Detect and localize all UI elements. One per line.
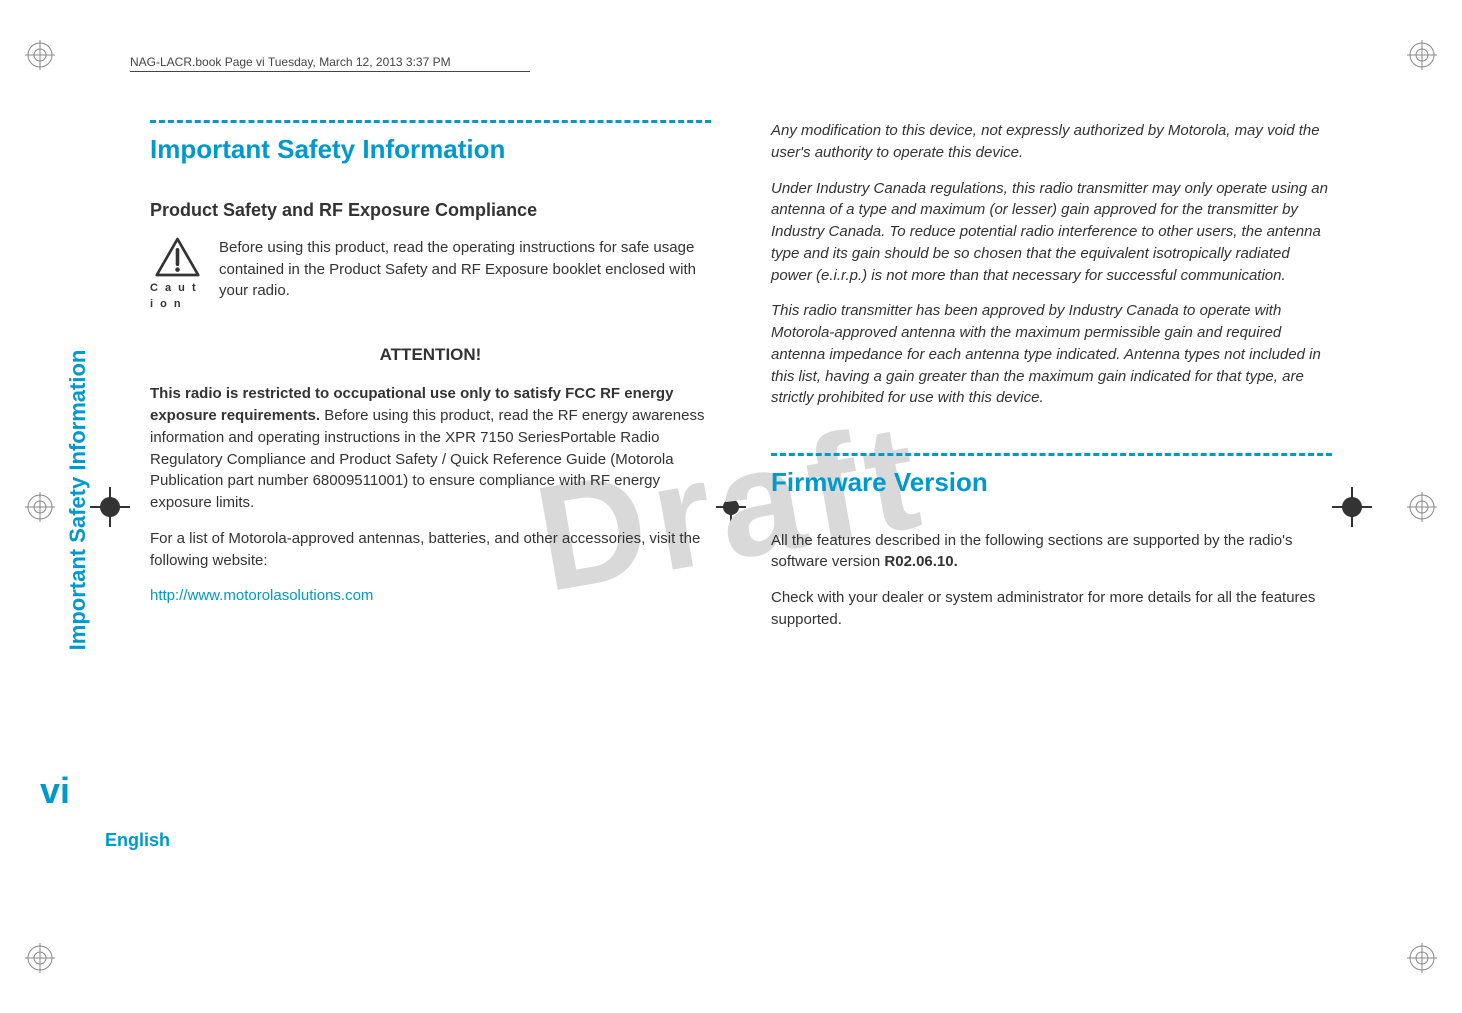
attention-heading: ATTENTION! (150, 343, 711, 368)
heading-firmware-version: Firmware Version (771, 464, 1332, 502)
accessories-paragraph: For a list of Motorola-approved antennas… (150, 528, 711, 572)
spacer (771, 423, 1332, 453)
running-head-text: NAG-LACR.book Page vi Tuesday, March 12,… (130, 55, 451, 69)
dealer-paragraph: Check with your dealer or system adminis… (771, 587, 1332, 631)
industry-canada-paragraph: Under Industry Canada regulations, this … (771, 178, 1332, 287)
registration-mark-icon (1407, 943, 1437, 973)
language-label: English (105, 830, 170, 851)
registration-mark-icon (25, 40, 55, 70)
firmware-version-value: R02.06.10. (884, 553, 957, 570)
sidebar-section-label: Important Safety Information (65, 350, 91, 651)
registration-mark-icon (1407, 492, 1437, 522)
page-number: vi (40, 770, 70, 812)
section-rule (771, 453, 1332, 456)
approval-paragraph: This radio transmitter has been approved… (771, 300, 1332, 409)
modification-paragraph: Any modification to this device, not exp… (771, 120, 1332, 164)
running-head: NAG-LACR.book Page vi Tuesday, March 12,… (130, 55, 530, 72)
registration-mark-icon (1407, 40, 1437, 70)
page-content: Important Safety Information Product Saf… (150, 120, 1332, 645)
heading-important-safety: Important Safety Information (150, 131, 711, 169)
right-column: Any modification to this device, not exp… (771, 120, 1332, 645)
caution-label: C a u t i o n (150, 281, 205, 313)
heading-product-safety: Product Safety and RF Exposure Complianc… (150, 197, 711, 223)
registration-mark-icon (25, 492, 55, 522)
left-column: Important Safety Information Product Saf… (150, 120, 711, 645)
section-rule (150, 120, 711, 123)
registration-mark-icon (25, 943, 55, 973)
caution-block: C a u t i o n Before using this product,… (150, 237, 711, 313)
crop-mark-icon (1332, 487, 1372, 527)
running-head-rule (130, 71, 530, 72)
caution-icon: C a u t i o n (150, 237, 205, 313)
motorola-link[interactable]: http://www.motorolasolutions.com (150, 585, 711, 607)
firmware-paragraph: All the features described in the follow… (771, 530, 1332, 574)
crop-mark-icon (90, 487, 130, 527)
firmware-para-pre: All the features described in the follow… (771, 532, 1293, 571)
caution-text: Before using this product, read the oper… (219, 237, 711, 313)
restricted-paragraph: This radio is restricted to occupational… (150, 383, 711, 514)
